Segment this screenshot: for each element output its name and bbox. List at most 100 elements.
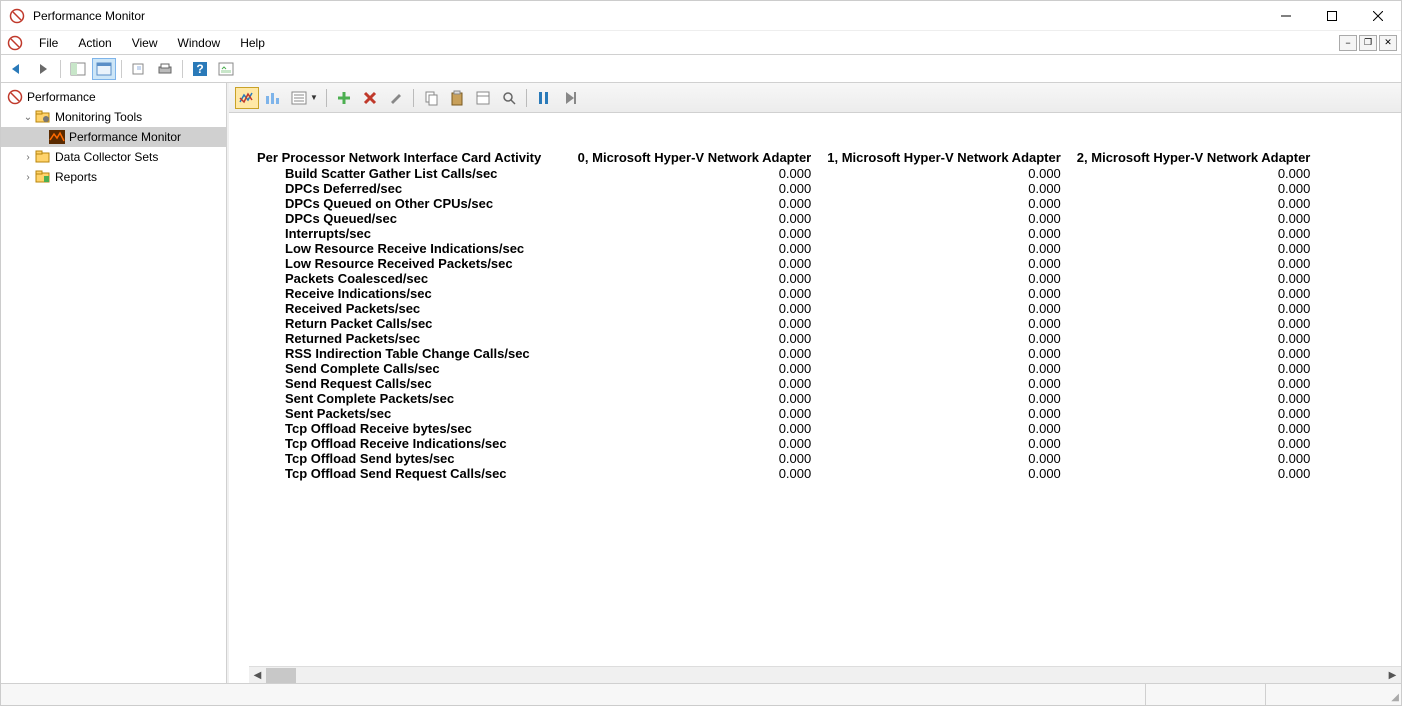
table-row[interactable]: DPCs Queued on Other CPUs/sec0.0000.0000… — [249, 196, 1318, 211]
table-row[interactable]: Low Resource Received Packets/sec0.0000.… — [249, 256, 1318, 271]
counter-value: 0.000 — [1069, 421, 1319, 436]
counter-value: 0.000 — [1069, 181, 1319, 196]
menu-file[interactable]: File — [29, 33, 68, 53]
table-row[interactable]: Interrupts/sec0.0000.0000.000 — [249, 226, 1318, 241]
table-row[interactable]: Packets Coalesced/sec0.0000.0000.000 — [249, 271, 1318, 286]
highlight-button[interactable] — [384, 87, 408, 109]
folder-icon — [35, 149, 51, 165]
freeze-display-button[interactable] — [532, 87, 556, 109]
collapse-icon[interactable]: ⌄ — [21, 112, 35, 123]
back-button[interactable] — [5, 58, 29, 80]
counter-value: 0.000 — [570, 271, 820, 286]
menu-bar: File Action View Window Help − ❐ ✕ — [1, 31, 1401, 55]
table-row[interactable]: Low Resource Receive Indications/sec0.00… — [249, 241, 1318, 256]
table-row[interactable]: Tcp Offload Send bytes/sec0.0000.0000.00… — [249, 451, 1318, 466]
chevron-down-icon: ▼ — [310, 93, 318, 102]
table-row[interactable]: Return Packet Calls/sec0.0000.0000.000 — [249, 316, 1318, 331]
tree-node-reports[interactable]: › Reports — [1, 167, 226, 187]
horizontal-scrollbar[interactable]: ◀ ▶ — [249, 666, 1401, 683]
tree-label: Reports — [55, 170, 97, 184]
counter-value: 0.000 — [1069, 226, 1319, 241]
counter-name: Interrupts/sec — [249, 226, 570, 241]
add-counter-button[interactable] — [332, 87, 356, 109]
table-row[interactable]: Build Scatter Gather List Calls/sec0.000… — [249, 166, 1318, 181]
update-data-button[interactable] — [558, 87, 582, 109]
counter-value: 0.000 — [1069, 391, 1319, 406]
refresh-button[interactable] — [214, 58, 238, 80]
counter-name: Low Resource Received Packets/sec — [249, 256, 570, 271]
table-row[interactable]: Tcp Offload Send Request Calls/sec0.0000… — [249, 466, 1318, 481]
counter-name: Tcp Offload Receive bytes/sec — [249, 421, 570, 436]
table-row[interactable]: Returned Packets/sec0.0000.0000.000 — [249, 331, 1318, 346]
counter-value: 0.000 — [819, 346, 1069, 361]
table-row[interactable]: Receive Indications/sec0.0000.0000.000 — [249, 286, 1318, 301]
properties-button[interactable] — [92, 58, 116, 80]
folder-reports-icon — [35, 169, 51, 185]
menu-window[interactable]: Window — [168, 33, 231, 53]
table-row[interactable]: DPCs Deferred/sec0.0000.0000.000 — [249, 181, 1318, 196]
mdi-restore-button[interactable]: ❐ — [1359, 35, 1377, 51]
export-button[interactable] — [127, 58, 151, 80]
counter-value: 0.000 — [570, 331, 820, 346]
scroll-thumb[interactable] — [266, 668, 296, 683]
counter-value: 0.000 — [1069, 316, 1319, 331]
counter-value: 0.000 — [1069, 256, 1319, 271]
view-report-button[interactable]: ▼ — [287, 87, 321, 109]
window-controls — [1263, 1, 1401, 31]
print-button[interactable] — [153, 58, 177, 80]
counter-value: 0.000 — [1069, 406, 1319, 421]
table-row[interactable]: Send Complete Calls/sec0.0000.0000.000 — [249, 361, 1318, 376]
table-row[interactable]: Tcp Offload Receive Indications/sec0.000… — [249, 436, 1318, 451]
zoom-button[interactable] — [497, 87, 521, 109]
tree-node-data-collector-sets[interactable]: › Data Collector Sets — [1, 147, 226, 167]
minimize-button[interactable] — [1263, 1, 1309, 31]
counter-value: 0.000 — [570, 421, 820, 436]
counter-name: Sent Packets/sec — [249, 406, 570, 421]
expand-icon[interactable]: › — [21, 172, 35, 183]
paste-button[interactable] — [445, 87, 469, 109]
table-row[interactable]: Received Packets/sec0.0000.0000.000 — [249, 301, 1318, 316]
mdi-minimize-button[interactable]: − — [1339, 35, 1357, 51]
tree-node-performance[interactable]: Performance — [1, 87, 226, 107]
mdi-close-button[interactable]: ✕ — [1379, 35, 1397, 51]
view-histogram-button[interactable] — [261, 87, 285, 109]
expand-icon[interactable]: › — [21, 152, 35, 163]
table-row[interactable]: Send Request Calls/sec0.0000.0000.000 — [249, 376, 1318, 391]
view-chart-button[interactable] — [235, 87, 259, 109]
counter-value: 0.000 — [1069, 166, 1319, 181]
counter-value: 0.000 — [570, 376, 820, 391]
table-row[interactable]: DPCs Queued/sec0.0000.0000.000 — [249, 211, 1318, 226]
main-toolbar: ? — [1, 55, 1401, 83]
counter-value: 0.000 — [819, 391, 1069, 406]
show-hide-tree-button[interactable] — [66, 58, 90, 80]
counter-value: 0.000 — [819, 316, 1069, 331]
maximize-button[interactable] — [1309, 1, 1355, 31]
close-button[interactable] — [1355, 1, 1401, 31]
counter-name: RSS Indirection Table Change Calls/sec — [249, 346, 570, 361]
tree-node-performance-monitor[interactable]: Performance Monitor — [1, 127, 226, 147]
help-button[interactable]: ? — [188, 58, 212, 80]
scroll-right-button[interactable]: ▶ — [1384, 667, 1401, 684]
counter-value: 0.000 — [570, 211, 820, 226]
scroll-left-button[interactable]: ◀ — [249, 667, 266, 684]
table-row[interactable]: Tcp Offload Receive bytes/sec0.0000.0000… — [249, 421, 1318, 436]
navigation-tree[interactable]: Performance ⌄ Monitoring Tools Performan… — [1, 83, 227, 683]
copy-button[interactable] — [419, 87, 443, 109]
menu-help[interactable]: Help — [230, 33, 275, 53]
counter-value: 0.000 — [570, 316, 820, 331]
counter-value: 0.000 — [570, 286, 820, 301]
menu-view[interactable]: View — [122, 33, 168, 53]
tree-node-monitoring-tools[interactable]: ⌄ Monitoring Tools — [1, 107, 226, 127]
table-row[interactable]: Sent Packets/sec0.0000.0000.000 — [249, 406, 1318, 421]
resize-grip-icon[interactable]: ◢ — [1385, 684, 1401, 705]
properties-dialog-button[interactable] — [471, 87, 495, 109]
menu-action[interactable]: Action — [68, 33, 121, 53]
counter-value: 0.000 — [1069, 211, 1319, 226]
forward-button[interactable] — [31, 58, 55, 80]
status-pane — [1, 684, 1145, 705]
table-row[interactable]: Sent Complete Packets/sec0.0000.0000.000 — [249, 391, 1318, 406]
table-row[interactable]: RSS Indirection Table Change Calls/sec 0.… — [249, 346, 1318, 361]
delete-counter-button[interactable] — [358, 87, 382, 109]
scroll-track[interactable] — [266, 667, 1384, 684]
report-scroll[interactable]: Per Processor Network Interface Card Act… — [249, 149, 1401, 666]
